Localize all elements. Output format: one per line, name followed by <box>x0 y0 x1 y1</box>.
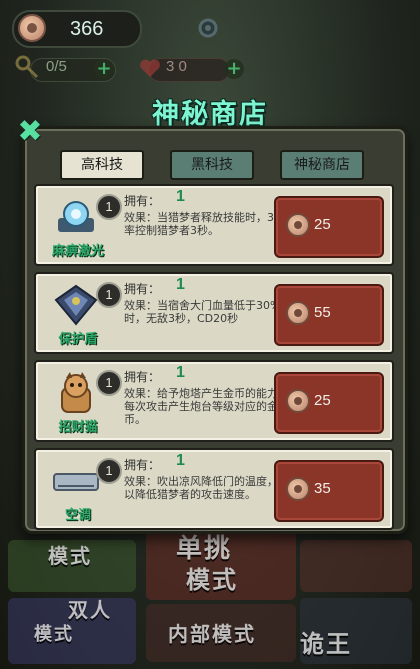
owned-value: 1 <box>176 452 185 469</box>
item-name: 招财猫 <box>58 420 98 435</box>
heart-value: 3 0 <box>166 58 187 75</box>
buy-price: 25 <box>314 392 331 409</box>
air-conditioner-icon <box>53 473 99 491</box>
heart-icon <box>140 59 160 77</box>
bg-label-mode-3: 模式 <box>34 624 74 645</box>
key-icon <box>15 55 39 79</box>
bg-label-internal: 内部模式 <box>168 622 256 646</box>
bg-tile-mode-right <box>300 540 412 592</box>
shop-item-card: 1 保护盾 拥有： 1 效果：当宿舍大门血量低于30%时，无敌3秒，CD20秒 … <box>34 272 394 354</box>
add-keys-button[interactable]: + <box>94 59 114 79</box>
item-level-badge: 1 <box>96 458 122 484</box>
coin-icon <box>286 213 310 237</box>
add-hearts-button[interactable]: + <box>224 59 244 79</box>
coin-icon <box>18 14 46 42</box>
buy-price: 35 <box>314 480 331 497</box>
tab-high-tech[interactable]: 高科技 <box>60 150 144 180</box>
settings-icon[interactable] <box>196 16 220 40</box>
buy-price: 25 <box>314 216 331 233</box>
item-level-badge: 1 <box>96 370 122 396</box>
shop-item-card: 1 空调 拥有： 1 效果：吹出凉风降低门的温度，可以降低猎梦者的攻击速度。 3… <box>34 448 394 530</box>
shop-item-card: 1 麻痹激光 拥有： 1 效果：当猎梦者释放技能时，30几率控制猎梦者3秒。 2… <box>34 184 394 266</box>
buy-button[interactable]: 55 <box>274 284 384 346</box>
item-effect: 效果：当宿舍大门血量低于30%时，无敌3秒，CD20秒 <box>124 299 281 325</box>
close-icon[interactable]: ✖ <box>16 117 44 147</box>
tab-mystery-shop[interactable]: 神秘商店 <box>280 150 364 180</box>
bg-label-mode-1: 模式 <box>48 544 92 568</box>
tab-black-tech[interactable]: 黑科技 <box>170 150 254 180</box>
shop-item-card: 1 招财猫 拥有： 1 效果：给予炮塔产生金币的能力，每次攻击产生炮台等级对应的… <box>34 360 394 442</box>
owned-label: 拥有： <box>124 194 161 208</box>
owned-label: 拥有： <box>124 458 161 472</box>
item-effect: 效果：给予炮塔产生金币的能力，每次攻击产生炮台等级对应的金币。 <box>124 387 289 426</box>
bg-label-duo: 双人 <box>68 598 112 622</box>
item-level-badge: 1 <box>96 282 122 308</box>
coin-counter: 366 <box>12 10 142 48</box>
key-value: 0/5 <box>46 58 67 75</box>
buy-button[interactable]: 25 <box>274 196 384 258</box>
buy-price: 55 <box>314 304 331 321</box>
lucky-cat-icon <box>61 372 91 413</box>
owned-value: 1 <box>176 188 185 205</box>
coin-icon <box>286 301 310 325</box>
item-name: 保护盾 <box>58 332 98 347</box>
bg-label-mode-2: 模式 <box>186 566 238 594</box>
item-effect: 效果：当猎梦者释放技能时，30几率控制猎梦者3秒。 <box>124 211 292 237</box>
item-effect: 效果：吹出凉风降低门的温度，可以降低猎梦者的攻击速度。 <box>124 475 289 501</box>
buy-button[interactable]: 25 <box>274 372 384 434</box>
coin-icon <box>286 389 310 413</box>
owned-label: 拥有： <box>124 370 161 384</box>
owned-value: 1 <box>176 364 185 381</box>
coin-icon <box>286 477 310 501</box>
item-level-badge: 1 <box>96 194 122 220</box>
owned-label: 拥有： <box>124 282 161 296</box>
item-name: 麻痹激光 <box>51 244 104 259</box>
item-name: 空调 <box>64 508 91 523</box>
coin-value: 366 <box>70 18 104 40</box>
buy-button[interactable]: 35 <box>274 460 384 522</box>
bg-label-boss: 诡王 <box>300 630 352 658</box>
laser-icon <box>58 201 94 232</box>
owned-value: 1 <box>176 276 185 293</box>
shield-icon <box>54 284 98 326</box>
